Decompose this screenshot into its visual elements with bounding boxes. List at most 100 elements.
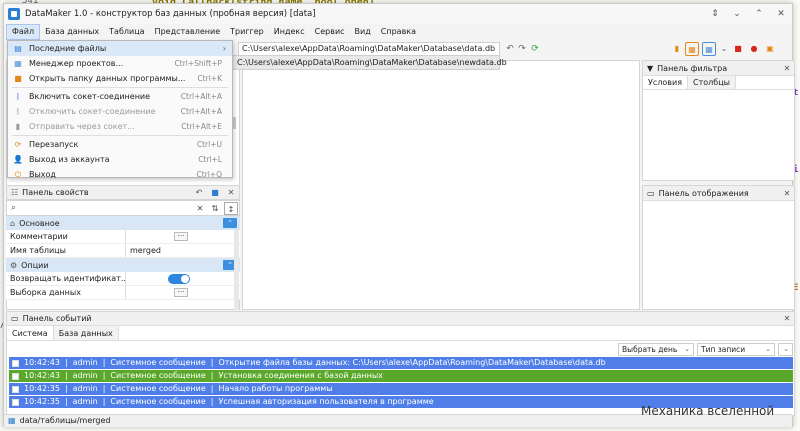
filter-panel-header: ▼ Панель фильтра ✕	[643, 61, 794, 76]
prop-value	[126, 272, 240, 285]
menu-file[interactable]: Файл	[6, 24, 41, 40]
prop-row-table-name: Имя таблицы merged	[6, 244, 240, 258]
menu-item-open-data-folder[interactable]: ■ Открыть папку данных программы... Ctrl…	[8, 71, 232, 86]
pin-icon[interactable]: ▮	[670, 42, 684, 56]
projects-icon: ▦	[14, 59, 22, 68]
menu-item-logout[interactable]: 👤 Выход из аккаунта Ctrl+L	[8, 152, 232, 167]
row-checkbox[interactable]	[12, 372, 19, 380]
tab-system[interactable]: Система	[7, 326, 54, 340]
undo-icon[interactable]: ↶	[191, 188, 207, 197]
filter-panel-title: Панель фильтра	[657, 63, 728, 73]
log-row[interactable]: 10:42:35 | admin | Системное сообщение | На…	[9, 383, 793, 395]
ellipsis-button[interactable]: ···	[174, 288, 188, 297]
close-button[interactable]: ✕	[770, 9, 792, 19]
menu-item-label: Включить сокет-соединение	[29, 92, 151, 101]
restart-icon: ⟳	[14, 140, 22, 149]
menu-item-recent-files[interactable]: ▤ Последние файлы ›	[8, 41, 232, 56]
day-select[interactable]: Выбрать день ⌄	[618, 343, 694, 356]
table-icon: ▦	[8, 416, 16, 425]
display-panel-title: Панель отображения	[658, 188, 749, 198]
close-icon[interactable]: ✕	[780, 64, 794, 73]
sort-order-icon[interactable]: ↕	[224, 202, 238, 215]
return-id-toggle[interactable]	[168, 274, 190, 284]
briefcase-icon[interactable]: ■	[731, 42, 745, 56]
collapse-icon[interactable]: ⌃	[223, 218, 237, 228]
close-icon[interactable]: ✕	[780, 189, 794, 198]
folder-icon: ■	[14, 74, 22, 83]
menu-view-object[interactable]: Представление	[150, 24, 226, 40]
logout-user-icon: 👤	[13, 155, 23, 164]
prop-row-return-id: Возвращать идентификат...	[6, 272, 240, 286]
menu-item-shortcut: Ctrl+Alt+A	[180, 92, 222, 101]
menu-service[interactable]: Сервис	[310, 24, 350, 40]
menu-trigger[interactable]: Триггер	[225, 24, 269, 40]
prop-row-comments: Комментарии ···	[6, 230, 240, 244]
undo-icon[interactable]: ↶	[504, 43, 516, 55]
menu-item-project-manager[interactable]: ▦ Менеджер проектов... Ctrl+Shift+P	[8, 56, 232, 71]
menu-view[interactable]: Вид	[350, 24, 376, 40]
sort-icon[interactable]: ⇅	[208, 202, 222, 215]
event-log: 10:42:43 | admin | Системное сообщение | От…	[9, 357, 793, 409]
properties-scrollbar[interactable]	[234, 230, 239, 310]
group-label: Опции	[21, 260, 49, 270]
menu-item-enable-socket[interactable]: ᛒ Включить сокет-соединение Ctrl+Alt+A	[8, 89, 232, 104]
row-checkbox[interactable]	[12, 385, 19, 393]
menu-database[interactable]: База данных	[40, 24, 104, 40]
display-panel-header: ▭ Панель отображения ✕	[643, 186, 794, 201]
close-icon[interactable]: ✕	[223, 188, 239, 197]
home-icon: ⌂	[10, 218, 16, 228]
menu-help[interactable]: Справка	[376, 24, 421, 40]
restore-toggle-button[interactable]: ⇕	[704, 9, 726, 19]
window-title: DataMaker 1.0 - конструктор баз данных (…	[25, 9, 316, 19]
events-tabs: Система База данных	[7, 326, 794, 341]
user-shield-icon[interactable]: ●	[747, 42, 761, 56]
tab-conditions[interactable]: Условия	[643, 76, 689, 89]
display-panel: ▭ Панель отображения ✕	[642, 185, 795, 310]
chevron-right-icon: ›	[222, 44, 226, 53]
log-kind: Системное сообщение	[110, 397, 206, 406]
log-time: 10:42:35	[24, 384, 60, 393]
save-icon[interactable]: ■	[207, 188, 223, 197]
tab-database[interactable]: База данных	[53, 326, 119, 340]
grid-icon[interactable]: ▦	[702, 42, 716, 56]
extra-select[interactable]: ⌄	[778, 343, 793, 356]
refresh-icon[interactable]: ⟳	[529, 43, 541, 55]
table-name-value[interactable]: merged	[126, 244, 240, 257]
app-window: DataMaker 1.0 - конструктор баз данных (…	[3, 3, 795, 427]
close-icon[interactable]: ✕	[780, 314, 794, 323]
menu-item-label: Последние файлы	[29, 44, 107, 53]
path-suggestion[interactable]: C:\Users\alexe\AppData\Roaming\DataMaker…	[230, 55, 507, 70]
row-checkbox[interactable]	[12, 398, 19, 406]
menu-item-shortcut: Ctrl+L	[198, 155, 222, 164]
group-label: Основное	[19, 218, 60, 228]
minimize-button[interactable]: ⌄	[726, 9, 748, 19]
record-type-select[interactable]: Тип записи ⌄	[697, 343, 775, 356]
events-filters: Выбрать день ⌄ Тип записи ⌄ ⌄	[7, 341, 794, 357]
log-message: Успешная авторизация пользователя в прог…	[218, 397, 434, 406]
log-row[interactable]: 10:42:43 | admin | Системное сообщение | Ус…	[9, 370, 793, 382]
menu-item-restart[interactable]: ⟳ Перезапуск Ctrl+U	[8, 137, 232, 152]
clear-icon[interactable]: ✕	[193, 202, 207, 215]
database-path-input[interactable]: C:\Users\alexe\AppData\Roaming\DataMaker…	[238, 42, 500, 56]
tab-columns[interactable]: Столбцы	[688, 76, 736, 89]
properties-search: ⌕ ✕ ⇅ ↕	[6, 200, 240, 216]
redo-icon[interactable]: ↷	[516, 43, 528, 55]
settings-icon[interactable]: ▣	[763, 42, 777, 56]
menu-item-send-socket: ▮ Отправить через сокет... Ctrl+Alt+E	[8, 119, 232, 134]
group-options[interactable]: ⚙ Опции ⌃	[6, 258, 240, 272]
group-main[interactable]: ⌂ Основное ⌃	[6, 216, 240, 230]
ellipsis-button[interactable]: ···	[174, 232, 188, 241]
log-row[interactable]: 10:42:43 | admin | Системное сообщение | От…	[9, 357, 793, 369]
menu-item-shortcut: Ctrl+U	[196, 140, 222, 149]
chevron-down-icon[interactable]: ⌄	[717, 42, 731, 56]
menu-index[interactable]: Индекс	[269, 24, 310, 40]
menu-table[interactable]: Таблица	[104, 24, 149, 40]
menu-item-shortcut: Ctrl+Alt+E	[181, 122, 222, 131]
events-panel-header: ▭ Панель событий ✕	[7, 312, 794, 326]
properties-header: ☷ Панель свойств ↶ ■ ✕	[6, 185, 240, 200]
calendar-icon[interactable]: ▦	[685, 42, 699, 56]
maximize-button[interactable]: ⌃	[748, 9, 770, 19]
menu-item-exit[interactable]: ⏻ Выход Ctrl+Q	[8, 167, 232, 182]
properties-icon: ☷	[11, 188, 19, 197]
row-checkbox[interactable]	[12, 359, 19, 367]
